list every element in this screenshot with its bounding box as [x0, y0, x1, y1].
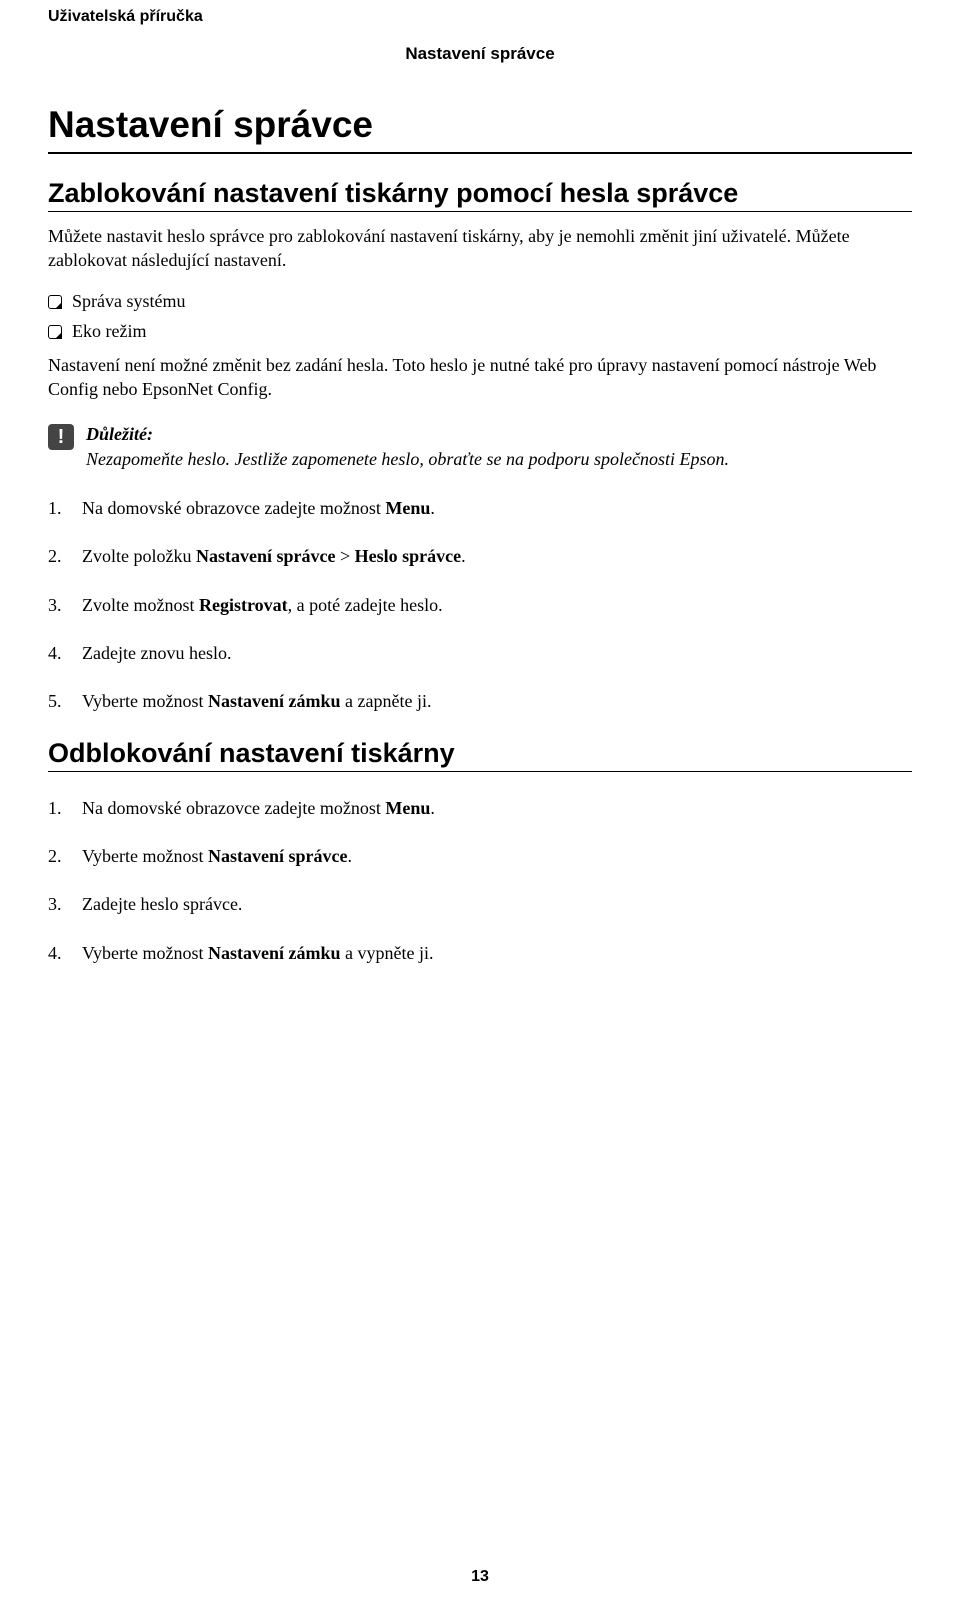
breadcrumb: Nastavení správce	[48, 44, 912, 64]
step-item: Vyberte možnost Nastavení zámku a vypnět…	[48, 941, 912, 965]
intro-paragraph: Můžete nastavit heslo správce pro zablok…	[48, 224, 912, 273]
important-icon: !	[48, 424, 74, 450]
heading-unlock: Odblokování nastavení tiskárny	[48, 738, 912, 772]
page: Uživatelská příručka Nastavení správce N…	[0, 0, 960, 1600]
step-item: Vyberte možnost Nastavení zámku a zapnět…	[48, 689, 912, 713]
steps-unlock: Na domovské obrazovce zadejte možnost Me…	[48, 796, 912, 965]
page-number: 13	[0, 1568, 960, 1586]
bullet-icon	[48, 325, 62, 339]
bullet-text: Eko režim	[72, 321, 146, 341]
bullet-icon	[48, 295, 62, 309]
bullet-item: Správa systému	[48, 289, 912, 313]
important-text: Nezapomeňte heslo. Jestliže zapomenete h…	[86, 447, 729, 472]
bullet-item: Eko režim	[48, 319, 912, 343]
important-box: ! Důležité: Nezapomeňte heslo. Jestliže …	[48, 422, 912, 472]
step-item: Na domovské obrazovce zadejte možnost Me…	[48, 796, 912, 820]
doc-title: Uživatelská příručka	[48, 8, 912, 26]
important-label: Důležité:	[86, 422, 729, 447]
heading-lock: Zablokování nastavení tiskárny pomocí he…	[48, 178, 912, 212]
heading-1: Nastavení správce	[48, 104, 912, 154]
step-item: Zadejte heslo správce.	[48, 892, 912, 916]
step-item: Vyberte možnost Nastavení správce.	[48, 844, 912, 868]
step-item: Zvolte možnost Registrovat, a poté zadej…	[48, 593, 912, 617]
after-bullets-paragraph: Nastavení není možné změnit bez zadání h…	[48, 353, 912, 402]
step-item: Na domovské obrazovce zadejte možnost Me…	[48, 496, 912, 520]
step-item: Zvolte položku Nastavení správce > Heslo…	[48, 544, 912, 568]
steps-lock: Na domovské obrazovce zadejte možnost Me…	[48, 496, 912, 713]
important-content: Důležité: Nezapomeňte heslo. Jestliže za…	[86, 422, 729, 472]
bullet-text: Správa systému	[72, 291, 185, 311]
step-item: Zadejte znovu heslo.	[48, 641, 912, 665]
